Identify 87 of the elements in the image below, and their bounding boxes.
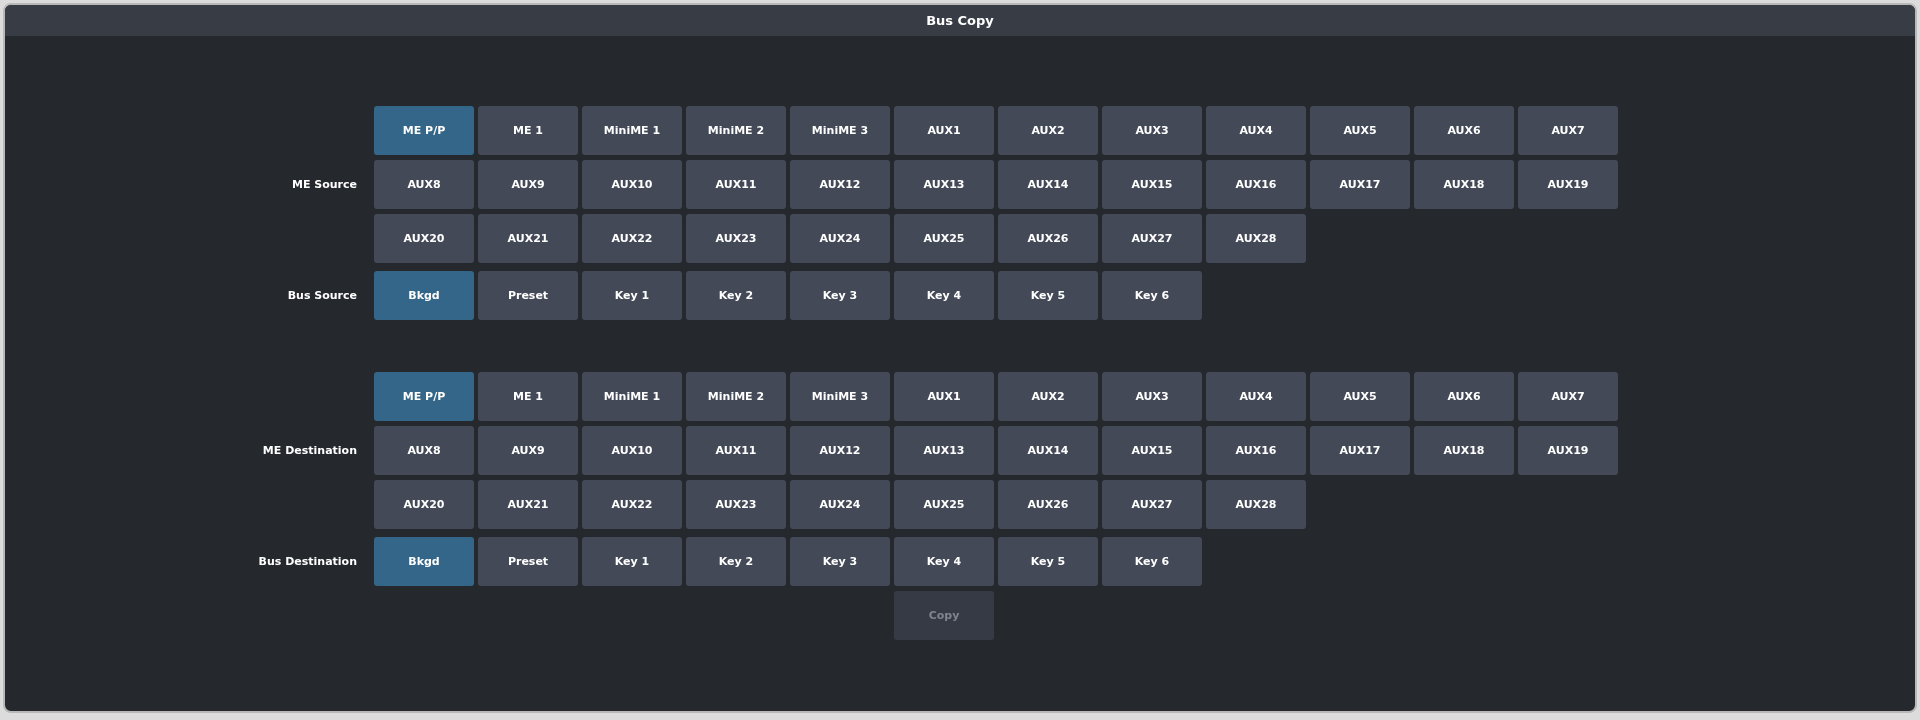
bus-button[interactable]: AUX28 [1206,214,1306,263]
bus-button[interactable]: Key 5 [998,537,1098,586]
bus-button[interactable]: Preset [478,271,578,320]
bus-button[interactable]: MiniME 3 [790,372,890,421]
bus-button[interactable]: AUX3 [1102,372,1202,421]
bus-button[interactable]: AUX21 [478,480,578,529]
bus-button[interactable]: Key 6 [1102,537,1202,586]
group-label: ME Destination [261,444,358,457]
bus-button[interactable]: AUX4 [1206,372,1306,421]
bus-button[interactable]: AUX24 [790,214,890,263]
bus-button[interactable]: MiniME 2 [686,372,786,421]
bus-button[interactable]: AUX15 [1102,426,1202,475]
bus-button[interactable]: MiniME 2 [686,106,786,155]
bus-button[interactable]: AUX16 [1206,426,1306,475]
bus-button[interactable]: AUX22 [582,214,682,263]
bus-button[interactable]: MiniME 1 [582,372,682,421]
bus-button[interactable]: AUX20 [374,480,474,529]
bus-button[interactable]: ME P/P [374,106,474,155]
bus-button[interactable]: AUX23 [686,480,786,529]
bus-button[interactable]: Bkgd [374,537,474,586]
bus-button[interactable]: AUX4 [1206,106,1306,155]
bus-button[interactable]: AUX25 [894,480,994,529]
bus-button[interactable]: AUX19 [1518,426,1618,475]
bus-button[interactable]: Key 3 [790,271,890,320]
bus-button[interactable]: AUX17 [1310,426,1410,475]
bus-button[interactable]: AUX20 [374,214,474,263]
bus-button[interactable]: AUX8 [374,160,474,209]
bus-button[interactable]: AUX5 [1310,106,1410,155]
bus-button[interactable]: Key 1 [582,537,682,586]
bus-button[interactable]: AUX16 [1206,160,1306,209]
bus-button[interactable]: AUX2 [998,372,1098,421]
bus-button[interactable]: MiniME 3 [790,106,890,155]
bus-button[interactable]: AUX13 [894,160,994,209]
bus-button[interactable]: AUX17 [1310,160,1410,209]
group-label: Bus Source [286,289,358,302]
bus-button[interactable]: AUX18 [1414,426,1514,475]
bus-button[interactable]: AUX10 [582,160,682,209]
bus-button[interactable]: AUX19 [1518,160,1618,209]
bus-button[interactable]: AUX12 [790,426,890,475]
bus-button[interactable]: AUX5 [1310,372,1410,421]
bus-button[interactable]: AUX21 [478,214,578,263]
bus-button[interactable]: Preset [478,537,578,586]
group-label: Bus Destination [257,555,358,568]
bus-button[interactable]: Key 3 [790,537,890,586]
bus-button[interactable]: AUX27 [1102,480,1202,529]
bus-button[interactable]: AUX14 [998,426,1098,475]
bus-button[interactable]: AUX25 [894,214,994,263]
bus-button[interactable]: AUX26 [998,214,1098,263]
bus-button[interactable]: AUX28 [1206,480,1306,529]
bus-button[interactable]: MiniME 1 [582,106,682,155]
bus-button[interactable]: AUX7 [1518,372,1618,421]
bus-button[interactable]: Key 6 [1102,271,1202,320]
bus-button[interactable]: AUX24 [790,480,890,529]
bus-button[interactable]: AUX1 [894,106,994,155]
bus-button[interactable]: AUX12 [790,160,890,209]
bus-button[interactable]: AUX6 [1414,106,1514,155]
bus-button[interactable]: AUX2 [998,106,1098,155]
bus-button[interactable]: AUX22 [582,480,682,529]
bus-button[interactable]: AUX7 [1518,106,1618,155]
bus-button[interactable]: ME P/P [374,372,474,421]
bus-button[interactable]: Key 1 [582,271,682,320]
bus-button[interactable]: AUX11 [686,426,786,475]
bus-button[interactable]: ME 1 [478,106,578,155]
bus-button[interactable]: AUX27 [1102,214,1202,263]
bus-button[interactable]: AUX3 [1102,106,1202,155]
bus-button[interactable]: Key 2 [686,271,786,320]
bus-button[interactable]: AUX23 [686,214,786,263]
bus-button[interactable]: Key 4 [894,271,994,320]
bus-button[interactable]: AUX10 [582,426,682,475]
group-label: ME Source [291,178,358,191]
bus-button[interactable]: AUX11 [686,160,786,209]
bus-button[interactable]: AUX13 [894,426,994,475]
bus-button[interactable]: AUX26 [998,480,1098,529]
bus-button[interactable]: Key 4 [894,537,994,586]
bus-button[interactable]: Key 5 [998,271,1098,320]
bus-button[interactable]: AUX15 [1102,160,1202,209]
bus-button[interactable]: AUX6 [1414,372,1514,421]
bus-button[interactable]: AUX9 [478,426,578,475]
bus-button[interactable]: AUX14 [998,160,1098,209]
bus-button[interactable]: ME 1 [478,372,578,421]
bus-button[interactable]: Bkgd [374,271,474,320]
bus-button[interactable]: AUX8 [374,426,474,475]
window-title: Bus Copy [5,5,1915,36]
bus-button[interactable]: AUX18 [1414,160,1514,209]
bus-button[interactable]: Key 2 [686,537,786,586]
bus-button[interactable]: AUX1 [894,372,994,421]
bus-button[interactable]: AUX9 [478,160,578,209]
